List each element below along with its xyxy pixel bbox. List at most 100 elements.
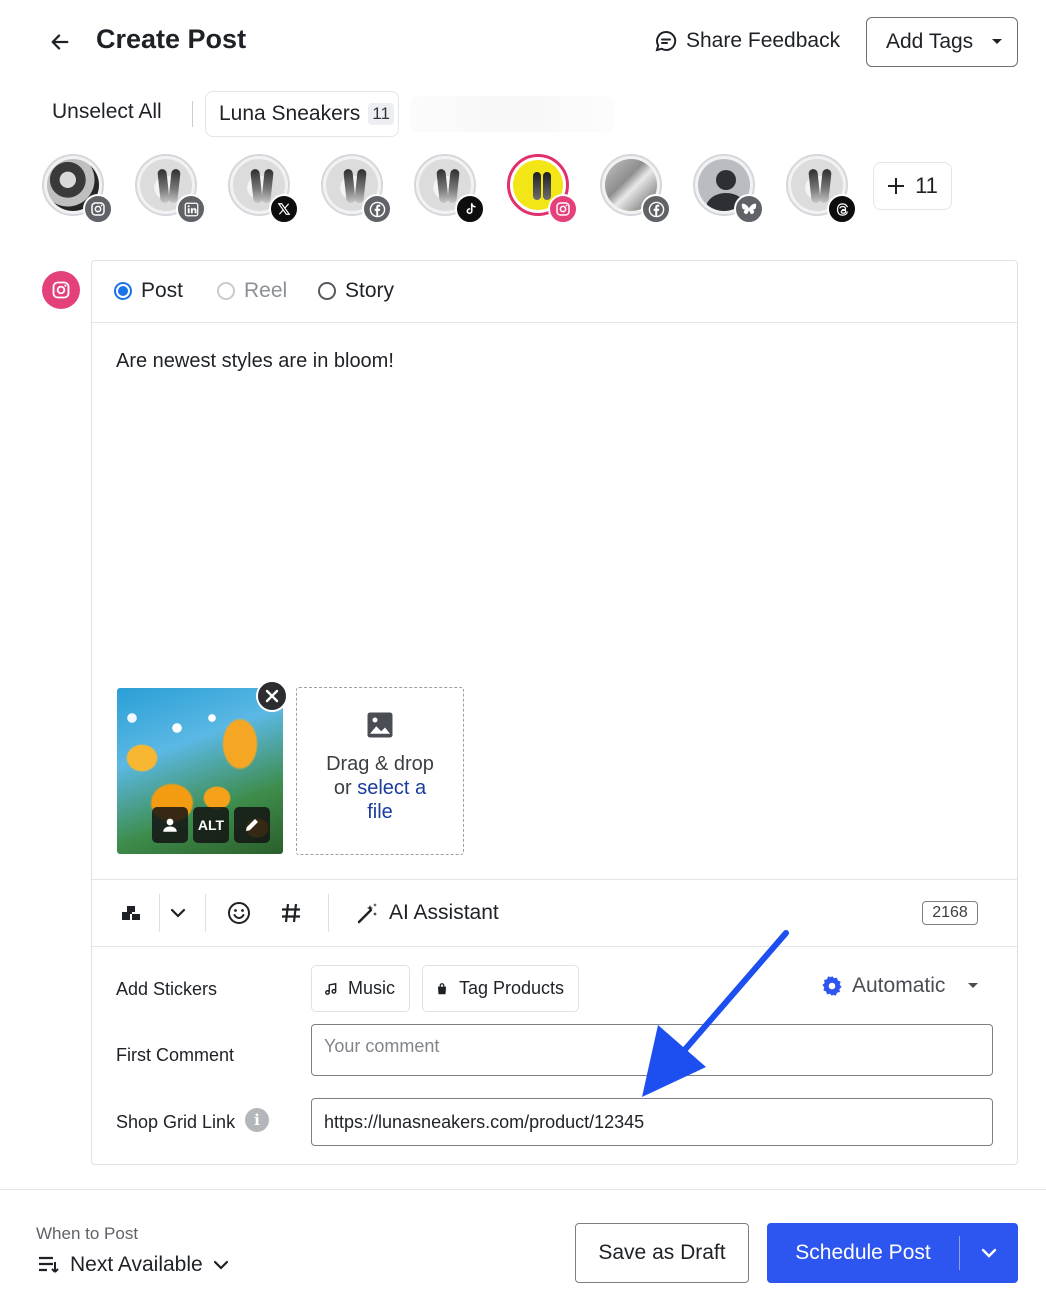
tag-people-button[interactable] — [152, 807, 188, 843]
dropzone-or: or — [333, 777, 358, 799]
character-count: 2168 — [922, 901, 978, 925]
more-accounts-button[interactable]: 11 — [873, 162, 952, 210]
more-accounts-count: 11 — [915, 173, 938, 198]
share-feedback-label: Share Feedback — [686, 29, 841, 52]
add-tags-dropdown[interactable]: Add Tags — [866, 17, 1018, 67]
alt-text-button[interactable]: ALT — [193, 807, 229, 843]
bluesky-butterfly-icon — [734, 194, 764, 224]
ai-assistant-button[interactable]: AI Assistant — [356, 897, 499, 929]
account-avatar-facebook[interactable] — [321, 154, 392, 224]
post-type-story[interactable]: Story — [318, 279, 394, 303]
info-icon[interactable]: i — [245, 1108, 269, 1132]
select-file-link-2[interactable]: file — [326, 800, 434, 824]
add-tags-label: Add Tags — [886, 30, 974, 53]
next-available-label: Next Available — [70, 1253, 203, 1276]
caret-down-icon — [968, 983, 979, 988]
plus-icon — [888, 178, 905, 194]
group-chip-faded — [410, 96, 615, 132]
divider — [328, 894, 329, 932]
caret-down-icon — [992, 39, 1003, 44]
account-avatar-instagram-selected[interactable] — [507, 154, 578, 224]
hashtag-icon — [282, 903, 300, 923]
select-file-link[interactable]: select a — [357, 777, 426, 799]
library-icon — [122, 906, 140, 920]
chevron-down-icon — [170, 908, 186, 918]
shop-grid-link-input[interactable]: https://lunasneakers.com/product/12345 — [311, 1098, 993, 1146]
divider — [192, 101, 193, 127]
library-dropdown-button[interactable] — [164, 897, 192, 929]
hashtag-button[interactable] — [276, 897, 306, 929]
share-feedback-button[interactable]: Share Feedback — [654, 26, 840, 56]
add-stickers-label: Add Stickers — [116, 979, 218, 999]
first-comment-label: First Comment — [116, 1045, 235, 1065]
dropzone-text: Drag & drop — [326, 753, 434, 775]
music-sticker-button[interactable]: Music — [311, 965, 410, 1012]
close-icon — [265, 689, 279, 703]
linkedin-icon — [176, 194, 206, 224]
music-label: Music — [348, 978, 396, 998]
schedule-post-label: Schedule Post — [795, 1241, 931, 1264]
divider — [159, 894, 160, 932]
account-avatar-x[interactable] — [228, 154, 299, 224]
account-avatar-facebook-2[interactable] — [600, 154, 671, 224]
emoji-button[interactable] — [224, 897, 254, 929]
instagram-icon — [42, 271, 80, 309]
post-type-reel-label: Reel — [244, 279, 288, 302]
media-dropzone[interactable]: Drag & drop or select a file — [296, 687, 464, 855]
ai-assistant-label: AI Assistant — [389, 901, 499, 924]
divider — [0, 1189, 1046, 1190]
chevron-down-icon — [213, 1260, 228, 1270]
divider — [205, 894, 206, 932]
account-avatar-linkedin[interactable] — [135, 154, 206, 224]
instagram-icon — [548, 194, 578, 224]
schedule-options-dropdown[interactable] — [960, 1248, 1018, 1258]
shop-grid-link-label: Shop Grid Link — [116, 1112, 236, 1132]
when-to-post-label: When to Post — [36, 1224, 139, 1243]
music-note-icon — [325, 982, 337, 995]
post-text-editor[interactable]: Are newest styles are in bloom! — [116, 350, 976, 373]
radio-disabled-icon — [217, 282, 235, 300]
group-name: Luna Sneakers — [219, 102, 361, 125]
account-avatar-threads[interactable] — [786, 154, 857, 224]
schedule-post-button[interactable]: Schedule Post — [767, 1223, 1018, 1283]
account-avatar-tiktok[interactable] — [414, 154, 485, 224]
edit-media-button[interactable] — [234, 807, 270, 843]
back-button[interactable] — [44, 26, 76, 58]
radio-icon — [318, 282, 336, 300]
unselect-all-button[interactable]: Unselect All — [52, 100, 162, 124]
remove-media-button[interactable] — [256, 680, 288, 712]
arrow-left-icon — [51, 34, 69, 50]
alt-text-label: ALT — [197, 817, 225, 833]
account-avatar-instagram[interactable] — [42, 154, 113, 224]
post-type-post[interactable]: Post — [114, 279, 183, 303]
media-tools: ALT — [152, 807, 270, 843]
threads-icon — [827, 194, 857, 224]
chat-bubble-icon — [655, 30, 677, 52]
post-type-story-label: Story — [345, 279, 395, 302]
tag-products-label: Tag Products — [459, 978, 565, 998]
group-count-badge: 11 — [368, 103, 394, 125]
gear-icon — [822, 976, 842, 996]
group-chip-luna-sneakers[interactable]: Luna Sneakers 11 — [205, 91, 399, 137]
page-title: Create Post — [96, 24, 247, 54]
emoji-icon — [228, 902, 250, 924]
instagram-icon — [83, 194, 113, 224]
image-icon — [367, 712, 393, 738]
post-type-post-label: Post — [141, 279, 184, 302]
person-icon — [163, 818, 177, 832]
account-avatar-bluesky[interactable] — [693, 154, 764, 224]
post-type-reel[interactable]: Reel — [217, 279, 287, 303]
tiktok-icon — [455, 194, 485, 224]
automatic-label: Automatic — [852, 974, 946, 997]
tag-products-button[interactable]: Tag Products — [422, 965, 579, 1012]
facebook-icon — [362, 194, 392, 224]
annotation-arrow-icon — [642, 930, 789, 1097]
facebook-icon — [641, 194, 671, 224]
automatic-dropdown[interactable]: Automatic — [820, 974, 979, 998]
save-as-draft-button[interactable]: Save as Draft — [575, 1223, 749, 1283]
pencil-icon — [246, 819, 258, 831]
when-to-post-dropdown[interactable]: Next Available — [38, 1253, 229, 1277]
chevron-down-icon — [981, 1248, 997, 1258]
brand-library-button[interactable] — [116, 897, 146, 929]
queue-icon — [39, 1256, 59, 1273]
